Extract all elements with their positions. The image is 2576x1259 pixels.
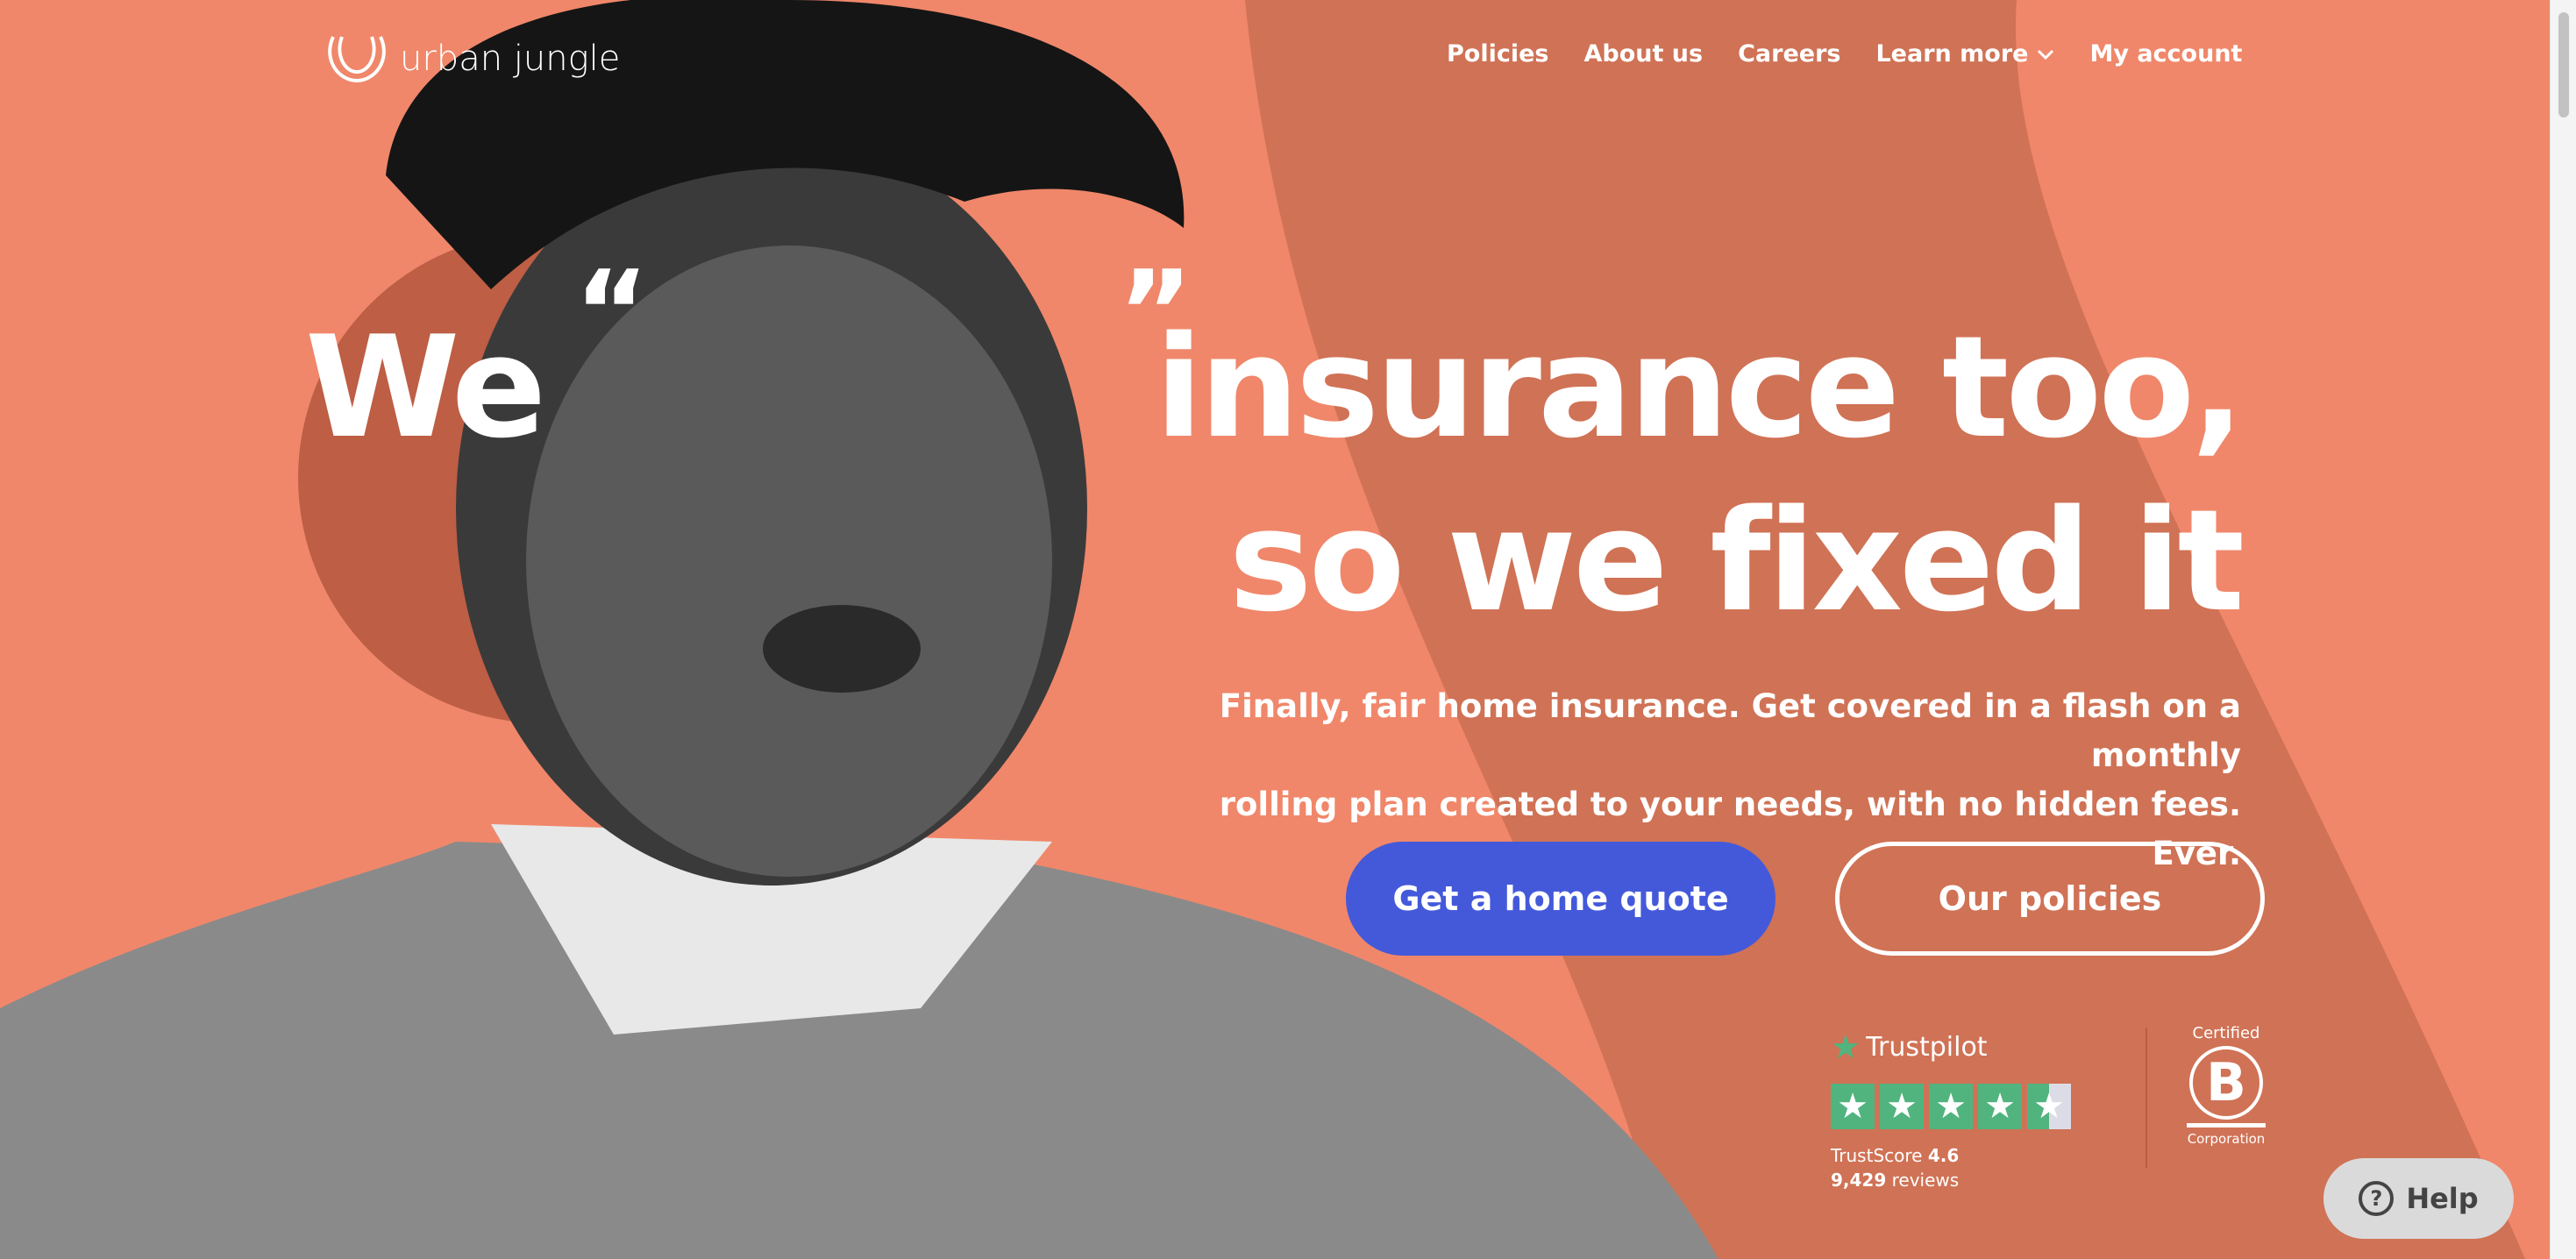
divider <box>2145 1028 2147 1168</box>
question-icon: ? <box>2359 1181 2395 1216</box>
rating-stars: ★ ★ ★ ★ ★ <box>1831 1084 2071 1129</box>
scrollbar-thumb[interactable] <box>2558 12 2569 117</box>
nav-label: My account <box>2089 40 2243 68</box>
brand-name: urban jungle <box>400 39 621 79</box>
star-icon: ★ <box>1831 1084 1875 1129</box>
trustscore-value: 4.6 <box>1927 1145 1960 1166</box>
scrollbar[interactable] <box>2550 0 2576 1259</box>
nav-learn-more[interactable]: Learn more <box>1875 40 2054 68</box>
nav-label: Policies <box>1447 40 1549 68</box>
trustscore-label: TrustScore <box>1831 1145 1923 1166</box>
subtitle-line: Finally, fair home insurance. Get covere… <box>1219 687 2241 774</box>
logo-icon <box>328 36 386 83</box>
bcorp-logo-icon: B <box>2189 1046 2263 1120</box>
trustpilot-widget[interactable]: ★ Trustpilot ★ ★ ★ ★ ★ TrustScore 4.6 9,4… <box>1831 1028 2071 1192</box>
bcorp-badge: Certified B Corporation <box>2187 1024 2266 1147</box>
help-label: Help <box>2406 1182 2479 1215</box>
reviews-label: reviews <box>1891 1170 1960 1191</box>
headline-we: We <box>305 305 546 469</box>
bcorp-corporation: Corporation <box>2187 1131 2266 1147</box>
main-nav: Policies About us Careers Learn more My … <box>1447 40 2242 68</box>
reviews-count: 9,429 <box>1831 1170 1887 1191</box>
chevron-down-icon <box>2038 49 2054 60</box>
bcorp-certified: Certified <box>2192 1024 2260 1042</box>
help-button[interactable]: ? Help <box>2323 1158 2514 1239</box>
star-icon: ★ <box>1929 1084 1973 1129</box>
star-icon: ★ <box>1978 1084 2022 1129</box>
nav-about-us[interactable]: About us <box>1584 40 1704 68</box>
brand-logo[interactable]: urban jungle <box>326 33 620 84</box>
trustpilot-name: Trustpilot <box>1866 1031 1988 1063</box>
get-home-quote-button[interactable]: Get a home quote <box>1346 842 1775 956</box>
nav-careers[interactable]: Careers <box>1738 40 1840 68</box>
nav-label: About us <box>1583 40 1704 68</box>
nav-label: Careers <box>1738 40 1841 68</box>
star-icon: ★ <box>1880 1084 1924 1129</box>
nav-label: Learn more <box>1875 40 2029 68</box>
nav-policies[interactable]: Policies <box>1447 40 1549 68</box>
trustpilot-star-icon: ★ <box>1831 1028 1861 1066</box>
open-quote: “ <box>574 245 650 379</box>
headline-line2: so we fixed it <box>1228 479 2245 643</box>
nav-my-account[interactable]: My account <box>2089 40 2242 68</box>
half-star-icon: ★ <box>2027 1084 2071 1129</box>
headline-line1: insurance too, <box>1155 305 2245 469</box>
our-policies-button[interactable]: Our policies <box>1835 842 2265 956</box>
